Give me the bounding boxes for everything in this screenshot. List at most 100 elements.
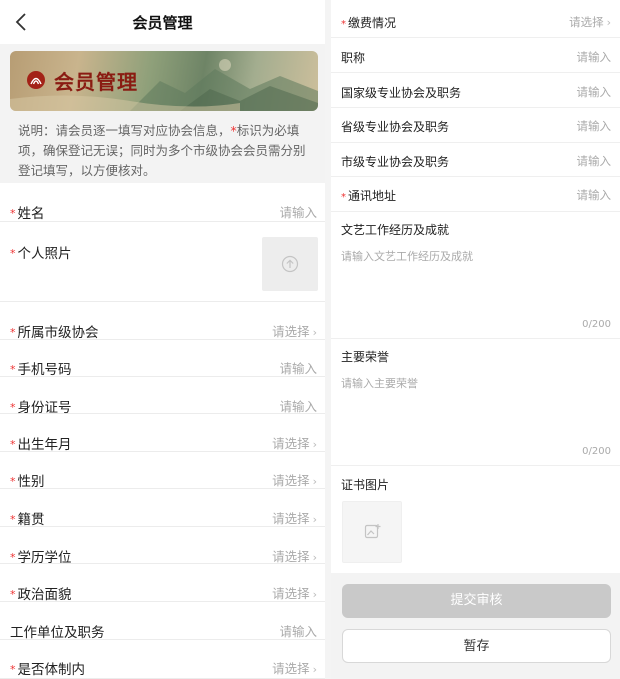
chevron-right-icon: › [312,588,317,601]
field-label: * 出生年月 [10,433,72,453]
select-field[interactable]: 请选择 › [272,433,317,452]
chevron-right-icon: › [312,326,317,339]
text-input[interactable]: 请输入 [577,153,612,169]
field-label: * 身份证号 [10,396,72,416]
field-placeholder: 请输入 [279,205,317,220]
field-placeholder: 请输入 [576,119,612,133]
field-label-text: 工作单位及职务 [10,625,105,641]
select-field[interactable]: 请选择 › [569,14,611,30]
chevron-right-icon: › [312,513,317,526]
text-input[interactable]: 请输入 [577,84,612,100]
field-placeholder: 请输入 [576,85,612,99]
text-input[interactable]: 请输入 [577,187,612,203]
form-row[interactable]: * 性别 请选择 › [0,452,325,490]
form-row[interactable]: * 学历学位 请选择 › [0,527,325,566]
association-logo-icon [27,71,45,89]
text-input[interactable]: 请输入 [279,358,317,377]
form-row[interactable]: 工作单位及职务 请输入 [0,602,325,641]
form-row[interactable]: * 所属市级协会 请选择 › [0,302,325,341]
text-input[interactable]: 请输入 [279,621,317,640]
required-marker: * [10,475,16,488]
required-marker: * [10,588,16,601]
field-label: * 政治面貌 [10,583,72,603]
field-label: 省级专业协会及职务 [341,118,449,135]
field-label-text: 通讯地址 [348,189,397,203]
form-row[interactable]: * 缴费情况 请选择 › [331,0,620,38]
field-label-text: 职称 [341,51,366,65]
form-row[interactable]: * 手机号码 请输入 [0,340,325,378]
field-label-text: 所属市级协会 [17,325,99,341]
required-marker: * [341,192,346,203]
form-row[interactable]: * 出生年月 请选择 › [0,414,325,453]
field-placeholder: 请选择 [272,511,310,526]
required-marker: * [10,513,16,526]
upload-icon [281,255,299,273]
page-title: 会员管理 [132,14,193,32]
honors-textarea[interactable]: 请输入主要荣誉 [341,375,418,391]
required-marker: * [10,207,16,220]
text-input[interactable]: 请输入 [577,49,612,65]
chevron-right-icon: › [312,475,317,488]
navbar: 会员管理 [0,0,325,44]
chevron-right-icon: › [606,16,611,29]
add-image-icon [364,524,381,539]
select-field[interactable]: 请选择 › [272,583,317,602]
select-field[interactable]: 请选择 › [272,658,317,677]
field-label: * 姓名 [10,202,45,222]
honors-counter: 0/200 [582,446,611,457]
field-label: * 学历学位 [10,546,72,566]
form-row[interactable]: * 通讯地址 请输入 [331,177,620,212]
field-label: 职称 [341,49,365,66]
save-draft-button[interactable]: 暂存 [342,629,611,663]
experience-textarea[interactable]: 请输入文艺工作经历及成就 [341,248,473,264]
instruction-note: 说明：请会员逐一填写对应协会信息，*标识为必填项，确保登记无误；同时为多个市级协… [0,117,325,183]
select-field[interactable]: 请选择 › [272,508,317,527]
field-label-text: 手机号码 [17,362,72,378]
field-label-text: 政治面貌 [17,587,72,603]
field-label: 市级专业协会及职务 [341,153,449,170]
text-input[interactable]: 请输入 [577,118,612,134]
certificate-label: 证书图片 [341,478,390,492]
form-row[interactable]: 职称 请输入 [331,38,620,73]
form-row[interactable]: * 籍贯 请选择 › [0,489,325,528]
left-screen: 会员管理 会员管理 说明：请会员逐一填写对应协会信息，*标识为必填项，确保登记无… [0,0,325,679]
text-input[interactable]: 请输入 [279,202,317,221]
experience-label: 文艺工作经历及成就 [341,223,450,237]
field-label: * 所属市级协会 [10,321,99,341]
form-row[interactable]: 国家级专业协会及职务 请输入 [331,73,620,108]
form-row[interactable]: 省级专业协会及职务 请输入 [331,108,620,143]
field-label-text: 国家级专业协会及职务 [341,86,462,100]
submit-review-button[interactable]: 提交审核 [342,584,611,618]
field-placeholder: 请选择 [272,473,310,488]
form-row[interactable]: * 是否体制内 请选择 › [0,640,325,679]
field-label-text: 籍贯 [17,512,45,528]
select-field[interactable]: 请选择 › [272,546,317,565]
text-input[interactable]: 请输入 [279,396,317,415]
required-marker: * [10,247,16,260]
form-row[interactable]: * 政治面貌 请选择 › [0,564,325,603]
form-row[interactable]: 市级专业协会及职务 请输入 [331,143,620,177]
field-label-text: 市级专业协会及职务 [341,155,450,169]
form-row[interactable]: * 姓名 请输入 [0,184,325,222]
required-marker: * [10,663,16,676]
required-marker: * [10,438,16,451]
field-label: * 性别 [10,470,45,490]
chevron-right-icon: › [312,438,317,451]
field-label-text: 出生年月 [17,437,72,453]
field-label-text: 省级专业协会及职务 [341,120,450,134]
field-label: * 个人照片 [10,242,72,262]
required-marker: * [341,19,346,30]
select-field[interactable]: 请选择 › [272,321,317,340]
select-field[interactable]: 请选择 › [272,470,317,489]
field-placeholder: 请输入 [576,154,612,168]
required-marker: * [10,326,16,339]
required-marker: * [10,363,16,376]
field-placeholder: 请输入 [279,361,317,376]
chevron-right-icon: › [312,663,317,676]
photo-upload-box[interactable] [262,237,318,291]
form-row[interactable]: * 身份证号 请输入 [0,377,325,416]
experience-counter: 0/200 [582,319,611,330]
banner-image: 会员管理 [10,51,318,111]
field-label-text: 是否体制内 [17,662,86,678]
certificate-upload-box[interactable] [342,501,402,563]
